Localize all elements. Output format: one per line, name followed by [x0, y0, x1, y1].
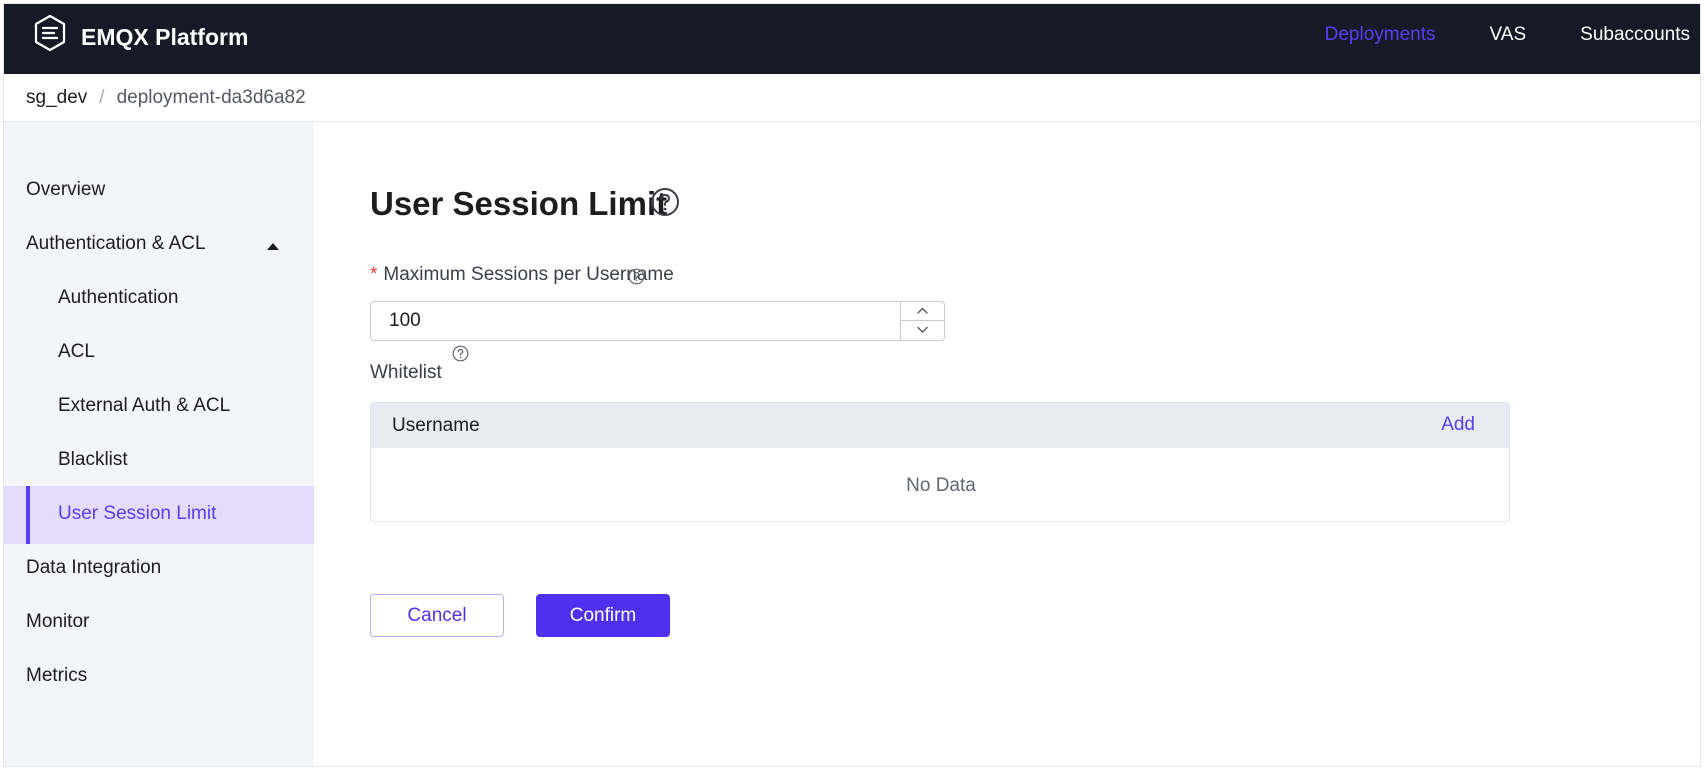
- top-nav: Deployments VAS Subaccounts: [1271, 24, 1690, 48]
- caret-up-icon: [267, 243, 279, 250]
- app-window: EMQX Platform Deployments VAS Subaccount…: [4, 4, 1700, 766]
- sidebar-item-data-integration[interactable]: Data Integration: [4, 540, 314, 598]
- nav-deployments[interactable]: Deployments: [1325, 24, 1436, 48]
- required-mark: *: [370, 264, 378, 285]
- sidebar-item-user-session-limit[interactable]: User Session Limit: [4, 486, 314, 544]
- breadcrumb-separator: /: [99, 87, 105, 108]
- breadcrumb-bar: sg_dev / deployment-da3d6a82: [4, 74, 1700, 122]
- whitelist-label: Whitelist: [370, 362, 442, 383]
- help-circle-icon[interactable]: [628, 268, 645, 285]
- sidebar-item-authentication-acl[interactable]: Authentication & ACL: [4, 216, 314, 274]
- max-sessions-input[interactable]: [371, 302, 901, 340]
- sidebar-item-label: ACL: [58, 341, 95, 362]
- main-content: User Session Limit * Maximum Sessions per…: [314, 122, 1700, 766]
- sidebar-item-label: External Auth & ACL: [58, 395, 231, 416]
- confirm-button[interactable]: Confirm: [536, 594, 670, 637]
- sidebar-item-label: Monitor: [26, 611, 90, 632]
- sidebar-item-acl[interactable]: ACL: [4, 324, 314, 382]
- sidebar-item-label: Overview: [26, 179, 106, 200]
- sidebar-item-monitor[interactable]: Monitor: [4, 594, 314, 652]
- sidebar-item-metrics[interactable]: Metrics: [4, 648, 314, 706]
- top-navigation-bar: EMQX Platform Deployments VAS Subaccount…: [4, 4, 1700, 74]
- sidebar-item-authentication[interactable]: Authentication: [4, 270, 314, 328]
- stepper-controls: [900, 302, 944, 340]
- username-column-header: Username: [392, 415, 480, 436]
- emqx-logo-icon[interactable]: [31, 13, 69, 53]
- whitelist-table: Username Add No Data: [370, 402, 1510, 522]
- sidebar-item-label: Authentication & ACL: [26, 233, 206, 254]
- empty-state-text: No Data: [906, 475, 976, 496]
- sidebar-item-label: Data Integration: [26, 557, 162, 578]
- max-sessions-stepper: [370, 301, 945, 341]
- brand-name[interactable]: EMQX Platform: [81, 24, 248, 51]
- increment-button[interactable]: [901, 302, 944, 321]
- breadcrumb-deployment: deployment-da3d6a82: [116, 87, 306, 108]
- chevron-up-icon: [917, 307, 928, 314]
- page-title: User Session Limit: [370, 185, 668, 222]
- sidebar-item-blacklist[interactable]: Blacklist: [4, 432, 314, 490]
- sidebar: Overview Authentication & ACL Authentica…: [4, 122, 314, 766]
- table-header: Username Add: [371, 403, 1509, 448]
- chevron-down-icon: [917, 326, 928, 333]
- breadcrumb-project[interactable]: sg_dev: [26, 87, 87, 108]
- help-circle-icon[interactable]: [452, 345, 469, 362]
- nav-vas[interactable]: VAS: [1490, 24, 1527, 48]
- help-circle-icon[interactable]: [650, 187, 680, 217]
- cancel-button[interactable]: Cancel: [370, 594, 504, 637]
- sidebar-item-external-auth-acl[interactable]: External Auth & ACL: [4, 378, 314, 436]
- breadcrumb: sg_dev / deployment-da3d6a82: [26, 87, 306, 109]
- sidebar-item-label: User Session Limit: [58, 503, 217, 524]
- sidebar-item-label: Authentication: [58, 287, 179, 308]
- sidebar-item-label: Blacklist: [58, 449, 128, 470]
- decrement-button[interactable]: [901, 321, 944, 340]
- sidebar-item-label: Metrics: [26, 665, 88, 686]
- nav-subaccounts[interactable]: Subaccounts: [1580, 24, 1690, 48]
- add-whitelist-button[interactable]: Add: [1441, 414, 1475, 436]
- sidebar-item-overview[interactable]: Overview: [4, 162, 314, 220]
